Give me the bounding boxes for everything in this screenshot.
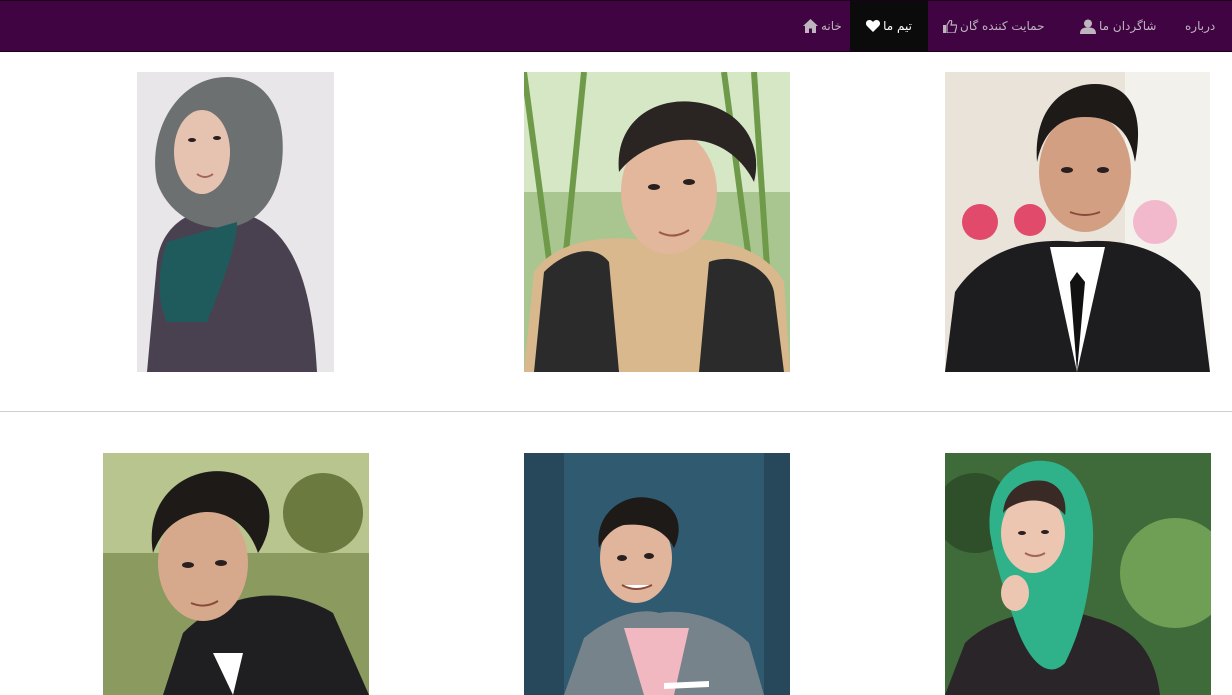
team-member-photo[interactable]: [524, 72, 790, 372]
row-divider: [0, 411, 1232, 412]
team-member-photo[interactable]: [103, 453, 369, 695]
team-member-photo[interactable]: [137, 72, 334, 372]
nav-item-label: شاگردان ما: [1099, 19, 1157, 33]
heart-icon: [866, 20, 881, 32]
nav-item-about[interactable]: درباره: [1185, 1, 1215, 51]
nav-item-our-team[interactable]: تیم ما: [850, 1, 928, 51]
nav-item-label: خانه: [821, 19, 842, 33]
user-icon: [1080, 19, 1096, 34]
nav-item-label: حمایت کننده گان: [960, 19, 1045, 33]
team-member-photo[interactable]: [945, 72, 1210, 372]
home-icon: [803, 19, 818, 33]
nav-item-supporters[interactable]: حمایت کننده گان: [943, 1, 1045, 51]
team-member-photo[interactable]: [524, 453, 790, 695]
nav-item-label: درباره: [1185, 19, 1216, 33]
team-member-photo[interactable]: [945, 453, 1211, 695]
thumbs-up-icon: [943, 19, 957, 33]
nav-item-label: تیم ما: [883, 19, 912, 33]
nav-item-home[interactable]: خانه: [803, 1, 842, 51]
nav-item-students[interactable]: شاگردان ما: [1080, 1, 1156, 51]
top-navbar: درباره شاگردان ما حمایت کننده گان تیم ما: [0, 0, 1232, 52]
